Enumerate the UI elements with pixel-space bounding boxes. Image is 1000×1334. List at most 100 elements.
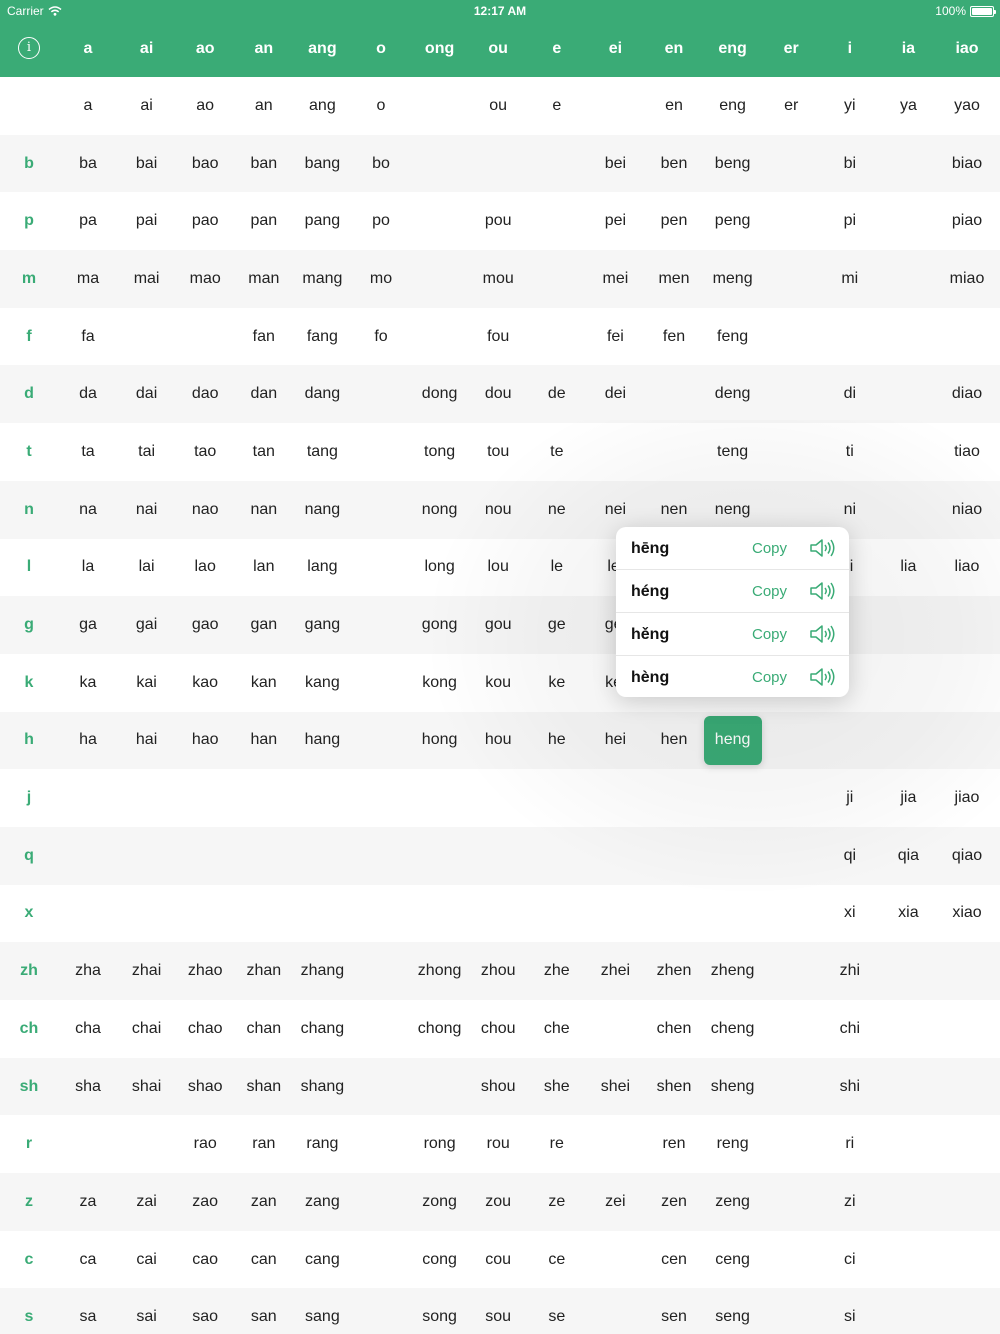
syllable-cell[interactable]: mei xyxy=(586,250,644,308)
syllable-cell[interactable]: cao xyxy=(176,1231,234,1289)
syllable-cell[interactable]: mi xyxy=(821,250,879,308)
syllable-cell[interactable]: fan xyxy=(235,308,293,366)
syllable-cell[interactable]: zhi xyxy=(821,942,879,1000)
syllable-cell[interactable]: zhou xyxy=(469,942,527,1000)
syllable-cell[interactable]: kan xyxy=(235,654,293,712)
final-header-o[interactable]: o xyxy=(351,34,411,64)
syllable-cell[interactable]: ceng xyxy=(704,1231,762,1289)
syllable-cell[interactable]: teng xyxy=(704,423,762,481)
syllable-cell[interactable]: a xyxy=(59,77,117,135)
syllable-cell[interactable]: rao xyxy=(176,1115,234,1173)
syllable-cell[interactable]: kou xyxy=(469,654,527,712)
syllable-cell[interactable]: er xyxy=(762,77,820,135)
syllable-cell[interactable]: dong xyxy=(411,365,469,423)
syllable-cell[interactable]: zhao xyxy=(176,942,234,1000)
final-header-ai[interactable]: ai xyxy=(117,34,177,64)
syllable-cell[interactable]: gao xyxy=(176,596,234,654)
initial-label[interactable]: n xyxy=(0,481,58,539)
final-header-ia[interactable]: ia xyxy=(878,34,938,64)
syllable-cell[interactable]: fou xyxy=(469,308,527,366)
syllable-cell[interactable]: ai xyxy=(118,77,176,135)
syllable-cell[interactable]: lan xyxy=(235,539,293,597)
syllable-cell[interactable]: tong xyxy=(411,423,469,481)
copy-button[interactable]: Copy xyxy=(752,540,787,557)
syllable-cell[interactable]: long xyxy=(411,539,469,597)
syllable-cell[interactable]: fen xyxy=(645,308,703,366)
syllable-cell[interactable]: miao xyxy=(938,250,996,308)
syllable-cell[interactable]: da xyxy=(59,365,117,423)
syllable-cell[interactable]: cen xyxy=(645,1231,703,1289)
syllable-cell[interactable]: mo xyxy=(352,250,410,308)
syllable-cell[interactable]: ne xyxy=(528,481,586,539)
syllable-cell[interactable]: zhang xyxy=(293,942,351,1000)
syllable-cell[interactable]: mou xyxy=(469,250,527,308)
syllable-cell[interactable]: che xyxy=(528,1000,586,1058)
syllable-cell[interactable]: rang xyxy=(293,1115,351,1173)
syllable-cell[interactable]: ke xyxy=(528,654,586,712)
syllable-cell[interactable]: qiao xyxy=(938,827,996,885)
syllable-cell[interactable]: ti xyxy=(821,423,879,481)
syllable-cell[interactable]: chan xyxy=(235,1000,293,1058)
syllable-cell[interactable]: zha xyxy=(59,942,117,1000)
syllable-cell[interactable]: ya xyxy=(879,77,937,135)
syllable-cell[interactable]: he xyxy=(528,712,586,770)
syllable-cell[interactable]: pai xyxy=(118,192,176,250)
initial-label[interactable]: q xyxy=(0,827,58,885)
initial-label[interactable]: h xyxy=(0,712,58,770)
syllable-cell[interactable]: shen xyxy=(645,1058,703,1116)
syllable-cell[interactable]: tang xyxy=(293,423,351,481)
syllable-cell[interactable]: sha xyxy=(59,1058,117,1116)
syllable-cell[interactable]: gong xyxy=(411,596,469,654)
initial-label[interactable]: x xyxy=(0,885,58,943)
syllable-cell[interactable]: chai xyxy=(118,1000,176,1058)
syllable-cell[interactable]: shi xyxy=(821,1058,879,1116)
syllable-cell[interactable]: ang xyxy=(293,77,351,135)
speaker-icon[interactable] xyxy=(808,665,836,689)
syllable-cell[interactable]: zhai xyxy=(118,942,176,1000)
syllable-cell[interactable]: man xyxy=(235,250,293,308)
copy-button[interactable]: Copy xyxy=(752,669,787,686)
syllable-cell[interactable]: dan xyxy=(235,365,293,423)
syllable-cell[interactable]: zang xyxy=(293,1173,351,1231)
syllable-cell[interactable]: nong xyxy=(411,481,469,539)
syllable-cell[interactable]: hai xyxy=(118,712,176,770)
syllable-cell[interactable]: le xyxy=(528,539,586,597)
syllable-cell[interactable]: pi xyxy=(821,192,879,250)
syllable-cell[interactable]: za xyxy=(59,1173,117,1231)
speaker-icon[interactable] xyxy=(808,579,836,603)
syllable-cell[interactable]: di xyxy=(821,365,879,423)
syllable-cell[interactable]: chou xyxy=(469,1000,527,1058)
initial-label[interactable]: z xyxy=(0,1173,58,1231)
final-header-ong[interactable]: ong xyxy=(410,34,470,64)
syllable-cell[interactable]: zi xyxy=(821,1173,879,1231)
initial-label[interactable]: zh xyxy=(0,942,58,1000)
syllable-cell[interactable]: ben xyxy=(645,135,703,193)
syllable-cell[interactable]: fo xyxy=(352,308,410,366)
syllable-cell[interactable]: se xyxy=(528,1288,586,1334)
syllable-cell[interactable]: tai xyxy=(118,423,176,481)
syllable-cell[interactable]: liao xyxy=(938,539,996,597)
final-header-en[interactable]: en xyxy=(644,34,704,64)
syllable-cell[interactable]: sen xyxy=(645,1288,703,1334)
syllable-cell[interactable]: pei xyxy=(586,192,644,250)
syllable-cell[interactable]: kai xyxy=(118,654,176,712)
syllable-cell[interactable]: dao xyxy=(176,365,234,423)
syllable-cell[interactable]: she xyxy=(528,1058,586,1116)
syllable-cell[interactable]: hei xyxy=(586,712,644,770)
final-header-e[interactable]: e xyxy=(527,34,587,64)
initial-label[interactable]: j xyxy=(0,769,58,827)
syllable-cell[interactable]: dai xyxy=(118,365,176,423)
final-header-ou[interactable]: ou xyxy=(468,34,528,64)
syllable-cell[interactable]: hou xyxy=(469,712,527,770)
syllable-cell[interactable]: nai xyxy=(118,481,176,539)
syllable-cell[interactable]: en xyxy=(645,77,703,135)
syllable-cell[interactable]: nang xyxy=(293,481,351,539)
syllable-cell[interactable]: mang xyxy=(293,250,351,308)
syllable-cell[interactable]: xi xyxy=(821,885,879,943)
syllable-cell[interactable]: gan xyxy=(235,596,293,654)
syllable-cell[interactable]: san xyxy=(235,1288,293,1334)
syllable-cell[interactable]: shao xyxy=(176,1058,234,1116)
syllable-cell[interactable]: zheng xyxy=(704,942,762,1000)
syllable-cell[interactable]: re xyxy=(528,1115,586,1173)
syllable-cell[interactable]: beng xyxy=(704,135,762,193)
